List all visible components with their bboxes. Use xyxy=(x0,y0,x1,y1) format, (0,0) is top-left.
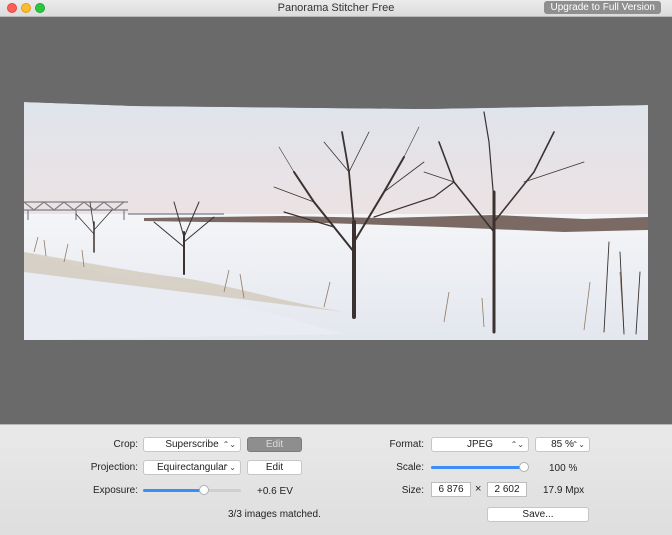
scale-value: 100 % xyxy=(549,463,578,474)
preview-canvas xyxy=(0,17,672,424)
settings-panel: Crop: Superscribe ⌃⌄ Edit Projection: Eq… xyxy=(0,424,672,535)
exposure-value: +0.6 EV xyxy=(257,486,293,497)
slider-knob[interactable] xyxy=(519,462,529,472)
chevron-updown-icon: ⌃⌄ xyxy=(571,440,585,449)
crop-value: Superscribe xyxy=(165,439,219,450)
projection-edit-button[interactable]: Edit xyxy=(247,460,302,475)
projection-value: Equirectangular xyxy=(156,462,228,473)
size-label: Size: xyxy=(401,485,424,496)
exposure-label: Exposure: xyxy=(92,485,138,496)
crop-edit-button[interactable]: Edit xyxy=(247,437,302,452)
chevron-updown-icon: ⌃⌄ xyxy=(510,440,524,449)
panorama-image xyxy=(24,102,648,340)
scale-slider[interactable] xyxy=(431,461,529,473)
status-text: 3/3 images matched. xyxy=(228,509,321,520)
chevron-updown-icon: ⌃⌄ xyxy=(222,440,236,449)
quality-popup[interactable]: 85 % ⌃⌄ xyxy=(535,437,590,452)
projection-popup[interactable]: Equirectangular ⌃⌄ xyxy=(143,460,241,475)
format-popup[interactable]: JPEG ⌃⌄ xyxy=(431,437,529,452)
crop-popup[interactable]: Superscribe ⌃⌄ xyxy=(143,437,241,452)
width-field[interactable]: 6 876 xyxy=(431,482,471,497)
megapixels-value: 17.9 Mpx xyxy=(543,485,585,496)
exposure-slider[interactable] xyxy=(143,484,241,496)
scale-label: Scale: xyxy=(396,462,424,473)
slider-fill xyxy=(143,489,205,492)
save-button[interactable]: Save... xyxy=(487,507,589,522)
chevron-updown-icon: ⌃⌄ xyxy=(222,463,236,472)
crop-label: Crop: xyxy=(113,439,138,450)
slider-knob[interactable] xyxy=(199,485,210,495)
projection-label: Projection: xyxy=(90,462,138,473)
format-value: JPEG xyxy=(466,439,494,450)
slider-fill xyxy=(431,466,524,469)
times-sign: × xyxy=(475,483,482,495)
format-label: Format: xyxy=(389,439,424,450)
upgrade-button[interactable]: Upgrade to Full Version xyxy=(544,1,661,14)
title-bar: Panorama Stitcher Free Upgrade to Full V… xyxy=(0,0,672,17)
app-window: Panorama Stitcher Free Upgrade to Full V… xyxy=(0,0,672,535)
panorama-preview[interactable] xyxy=(24,102,648,340)
quality-value: 85 % xyxy=(551,439,574,450)
height-field[interactable]: 2 602 xyxy=(487,482,527,497)
